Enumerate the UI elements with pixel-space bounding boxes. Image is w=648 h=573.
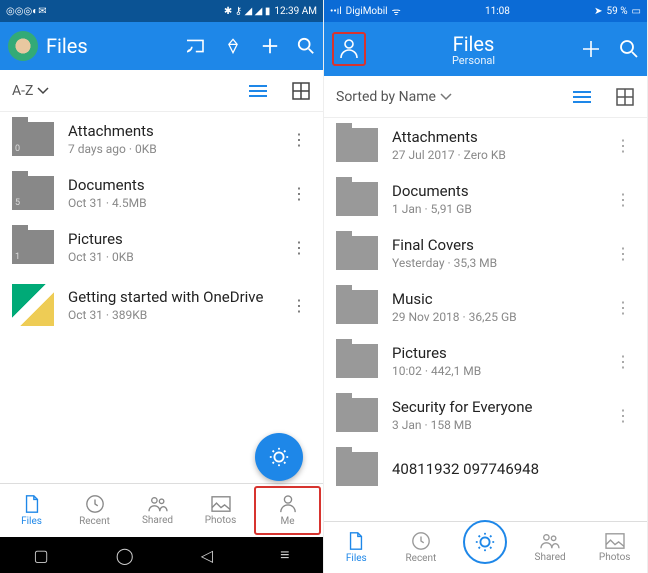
nav-photos[interactable]: Photos (582, 522, 647, 573)
person-icon (279, 494, 297, 514)
header-title: Files Personal (374, 32, 573, 67)
app-header: Files (0, 22, 323, 70)
sort-bar: Sorted by Name (324, 76, 647, 118)
folder-icon: 5 (12, 176, 54, 210)
file-list: 0 Attachments7 days ago · 0KB ⋮ 5 Docume… (0, 112, 323, 483)
add-icon[interactable] (581, 39, 601, 59)
nav-me[interactable]: Me (254, 486, 321, 535)
view-grid-icon[interactable] (615, 87, 635, 107)
list-item[interactable]: 5 DocumentsOct 31 · 4.5MB ⋮ (0, 166, 323, 220)
list-item[interactable]: Documents1 Jan · 5,91 GB⋮ (324, 172, 647, 226)
camera-icon (268, 446, 290, 468)
header-title: Files (46, 34, 177, 58)
more-icon[interactable]: ⋮ (611, 136, 635, 155)
sort-dropdown[interactable]: Sorted by Name (336, 89, 452, 105)
folder-icon (336, 182, 378, 216)
search-icon[interactable] (297, 37, 315, 55)
ios-screen: ••ıl DigiMobil ᯤ 11:08 ➤ 59 % ▭ Files Pe… (324, 0, 648, 573)
folder-icon (336, 290, 378, 324)
scan-fab[interactable] (255, 433, 303, 481)
list-item[interactable]: Pictures10:02 · 442,1 MB⋮ (324, 334, 647, 388)
person-icon (339, 38, 359, 60)
bottom-nav: Files Recent Shared Photos Me (0, 483, 323, 537)
folder-icon (336, 452, 378, 486)
folder-icon: 0 (12, 122, 54, 156)
back-key[interactable]: ◁ (201, 546, 213, 565)
file-list: Attachments27 Jul 2017 · Zero KB⋮ Docume… (324, 118, 647, 521)
menu-key[interactable]: ≡ (280, 545, 289, 565)
avatar[interactable] (8, 31, 38, 61)
more-icon[interactable]: ⋮ (611, 352, 635, 371)
more-icon[interactable]: ⋮ (611, 406, 635, 425)
view-grid-icon[interactable] (291, 81, 311, 101)
clock-icon (85, 494, 105, 514)
nav-recent[interactable]: Recent (389, 522, 454, 573)
status-bar: ◎◎◎◐✉ ✱ ⚷ ◢ ◢ ▮ 12:39 AM (0, 0, 323, 22)
more-icon[interactable]: ⋮ (287, 184, 311, 203)
nav-shared[interactable]: Shared (126, 484, 189, 537)
list-item[interactable]: 40811932 097746948 (324, 442, 647, 496)
nav-scan[interactable] (453, 522, 518, 573)
more-icon[interactable]: ⋮ (287, 238, 311, 257)
system-nav: ▢ ◯ ◁ ≡ (0, 537, 323, 573)
account-button[interactable] (332, 32, 366, 66)
photo-icon (210, 495, 232, 513)
file-icon (23, 494, 41, 514)
search-icon[interactable] (619, 39, 639, 59)
folder-icon (336, 128, 378, 162)
list-item[interactable]: Attachments27 Jul 2017 · Zero KB⋮ (324, 118, 647, 172)
list-item[interactable]: Final CoversYesterday · 35,3 MB⋮ (324, 226, 647, 280)
nav-shared[interactable]: Shared (518, 522, 583, 573)
list-item[interactable]: Music29 Nov 2018 · 36,25 GB⋮ (324, 280, 647, 334)
people-icon (539, 532, 561, 550)
clock-icon (411, 531, 431, 551)
nav-recent[interactable]: Recent (63, 484, 126, 537)
sort-bar: A-Z (0, 70, 323, 112)
nav-files[interactable]: Files (0, 484, 63, 537)
android-screen: ◎◎◎◐✉ ✱ ⚷ ◢ ◢ ▮ 12:39 AM Files A-Z 0 Att… (0, 0, 324, 573)
add-icon[interactable] (261, 37, 279, 55)
folder-icon (336, 236, 378, 270)
photo-icon (604, 532, 626, 550)
more-icon[interactable]: ⋮ (287, 296, 311, 315)
people-icon (147, 495, 169, 513)
recents-key[interactable]: ▢ (34, 546, 49, 565)
view-list-icon[interactable] (571, 89, 593, 105)
nav-photos[interactable]: Photos (189, 484, 252, 537)
camera-icon (474, 531, 496, 553)
list-item[interactable]: 0 Attachments7 days ago · 0KB ⋮ (0, 112, 323, 166)
bottom-nav: Files Recent Shared Photos (324, 521, 647, 573)
more-icon[interactable]: ⋮ (611, 298, 635, 317)
folder-icon (336, 344, 378, 378)
folder-icon: 1 (12, 230, 54, 264)
list-item[interactable]: Security for Everyone3 Jan · 158 MB⋮ (324, 388, 647, 442)
view-list-icon[interactable] (247, 83, 269, 99)
cast-icon[interactable] (185, 38, 205, 54)
list-item[interactable]: 1 PicturesOct 31 · 0KB ⋮ (0, 220, 323, 274)
file-thumbnail (12, 284, 54, 326)
app-header: Files Personal (324, 22, 647, 76)
list-item[interactable]: Getting started with OneDriveOct 31 · 38… (0, 274, 323, 336)
home-key[interactable]: ◯ (116, 546, 134, 565)
status-bar: ••ıl DigiMobil ᯤ 11:08 ➤ 59 % ▭ (324, 0, 647, 22)
premium-icon[interactable] (223, 37, 243, 55)
folder-icon (336, 398, 378, 432)
more-icon[interactable]: ⋮ (287, 130, 311, 149)
more-icon[interactable]: ⋮ (611, 190, 635, 209)
more-icon[interactable]: ⋮ (611, 244, 635, 263)
chevron-down-icon (440, 93, 452, 101)
chevron-down-icon (37, 87, 49, 95)
nav-files[interactable]: Files (324, 522, 389, 573)
sort-dropdown[interactable]: A-Z (12, 83, 49, 99)
file-icon (347, 531, 365, 551)
